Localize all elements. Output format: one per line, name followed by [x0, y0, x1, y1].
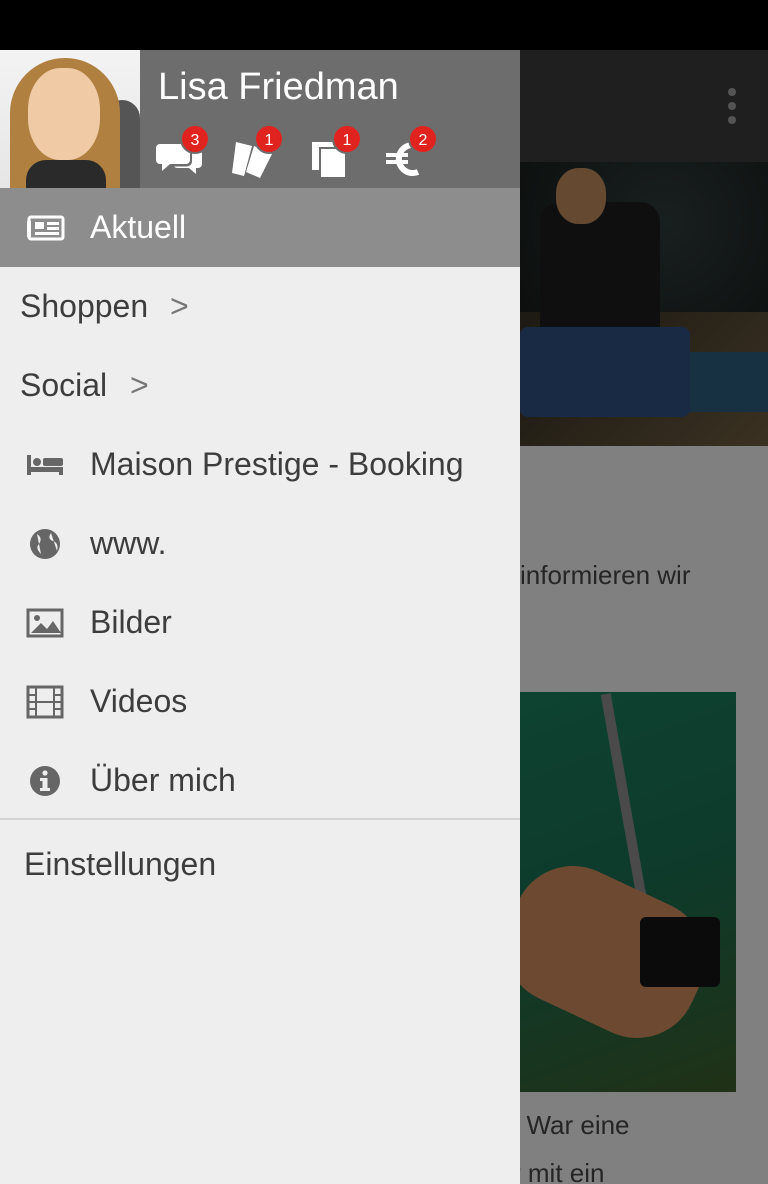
nav-label-videos: Videos: [90, 683, 188, 719]
nav-label-www: www.: [90, 525, 167, 561]
nav-label-aktuell: Aktuell: [90, 209, 187, 245]
info-icon: [24, 760, 66, 802]
nav-item-booking[interactable]: Maison Prestige - Booking: [0, 425, 520, 504]
film-icon: [24, 681, 66, 723]
image-icon: [24, 602, 66, 644]
nav-label-ueber-mich: Über mich: [90, 762, 236, 798]
nav-item-www[interactable]: www.: [0, 504, 520, 583]
nav-item-bilder[interactable]: Bilder: [0, 583, 520, 662]
euro-badge: 2: [408, 124, 438, 154]
chat-badge: 3: [180, 124, 210, 154]
tickets-icon[interactable]: 1: [230, 124, 284, 180]
avatar[interactable]: [0, 50, 140, 188]
nav-item-shoppen[interactable]: Shoppen >: [0, 267, 520, 346]
drawer-header: Lisa Friedman 3 1 1 2: [0, 50, 520, 188]
documents-icon[interactable]: 1: [308, 124, 362, 180]
user-name: Lisa Friedman: [158, 66, 399, 108]
euro-icon[interactable]: 2: [384, 124, 438, 180]
chat-bubbles-icon[interactable]: 3: [156, 124, 210, 180]
drawer-nav: Aktuell Shoppen > Social > Maison Presti…: [0, 188, 520, 820]
nav-item-social[interactable]: Social >: [0, 346, 520, 425]
divider: [0, 818, 520, 820]
bed-icon: [24, 444, 66, 486]
navigation-drawer: Lisa Friedman 3 1 1 2 Aktuell Shoppen >: [0, 50, 520, 1184]
tickets-badge: 1: [254, 124, 284, 154]
documents-badge: 1: [332, 124, 362, 154]
nav-item-ueber-mich[interactable]: Über mich: [0, 741, 520, 820]
nav-item-videos[interactable]: Videos: [0, 662, 520, 741]
settings-item[interactable]: Einstellungen: [0, 824, 520, 904]
chevron-right-icon: >: [130, 367, 149, 403]
chevron-right-icon: >: [170, 288, 189, 324]
status-bar: [0, 0, 768, 50]
nav-item-aktuell[interactable]: Aktuell: [0, 188, 520, 267]
settings-label: Einstellungen: [24, 846, 217, 882]
globe-icon: [24, 523, 66, 565]
nav-label-shoppen: Shoppen: [20, 288, 149, 324]
nav-label-booking: Maison Prestige - Booking: [90, 446, 464, 482]
newspaper-icon: [24, 207, 66, 249]
nav-label-social: Social: [20, 367, 108, 403]
nav-label-bilder: Bilder: [90, 604, 172, 640]
